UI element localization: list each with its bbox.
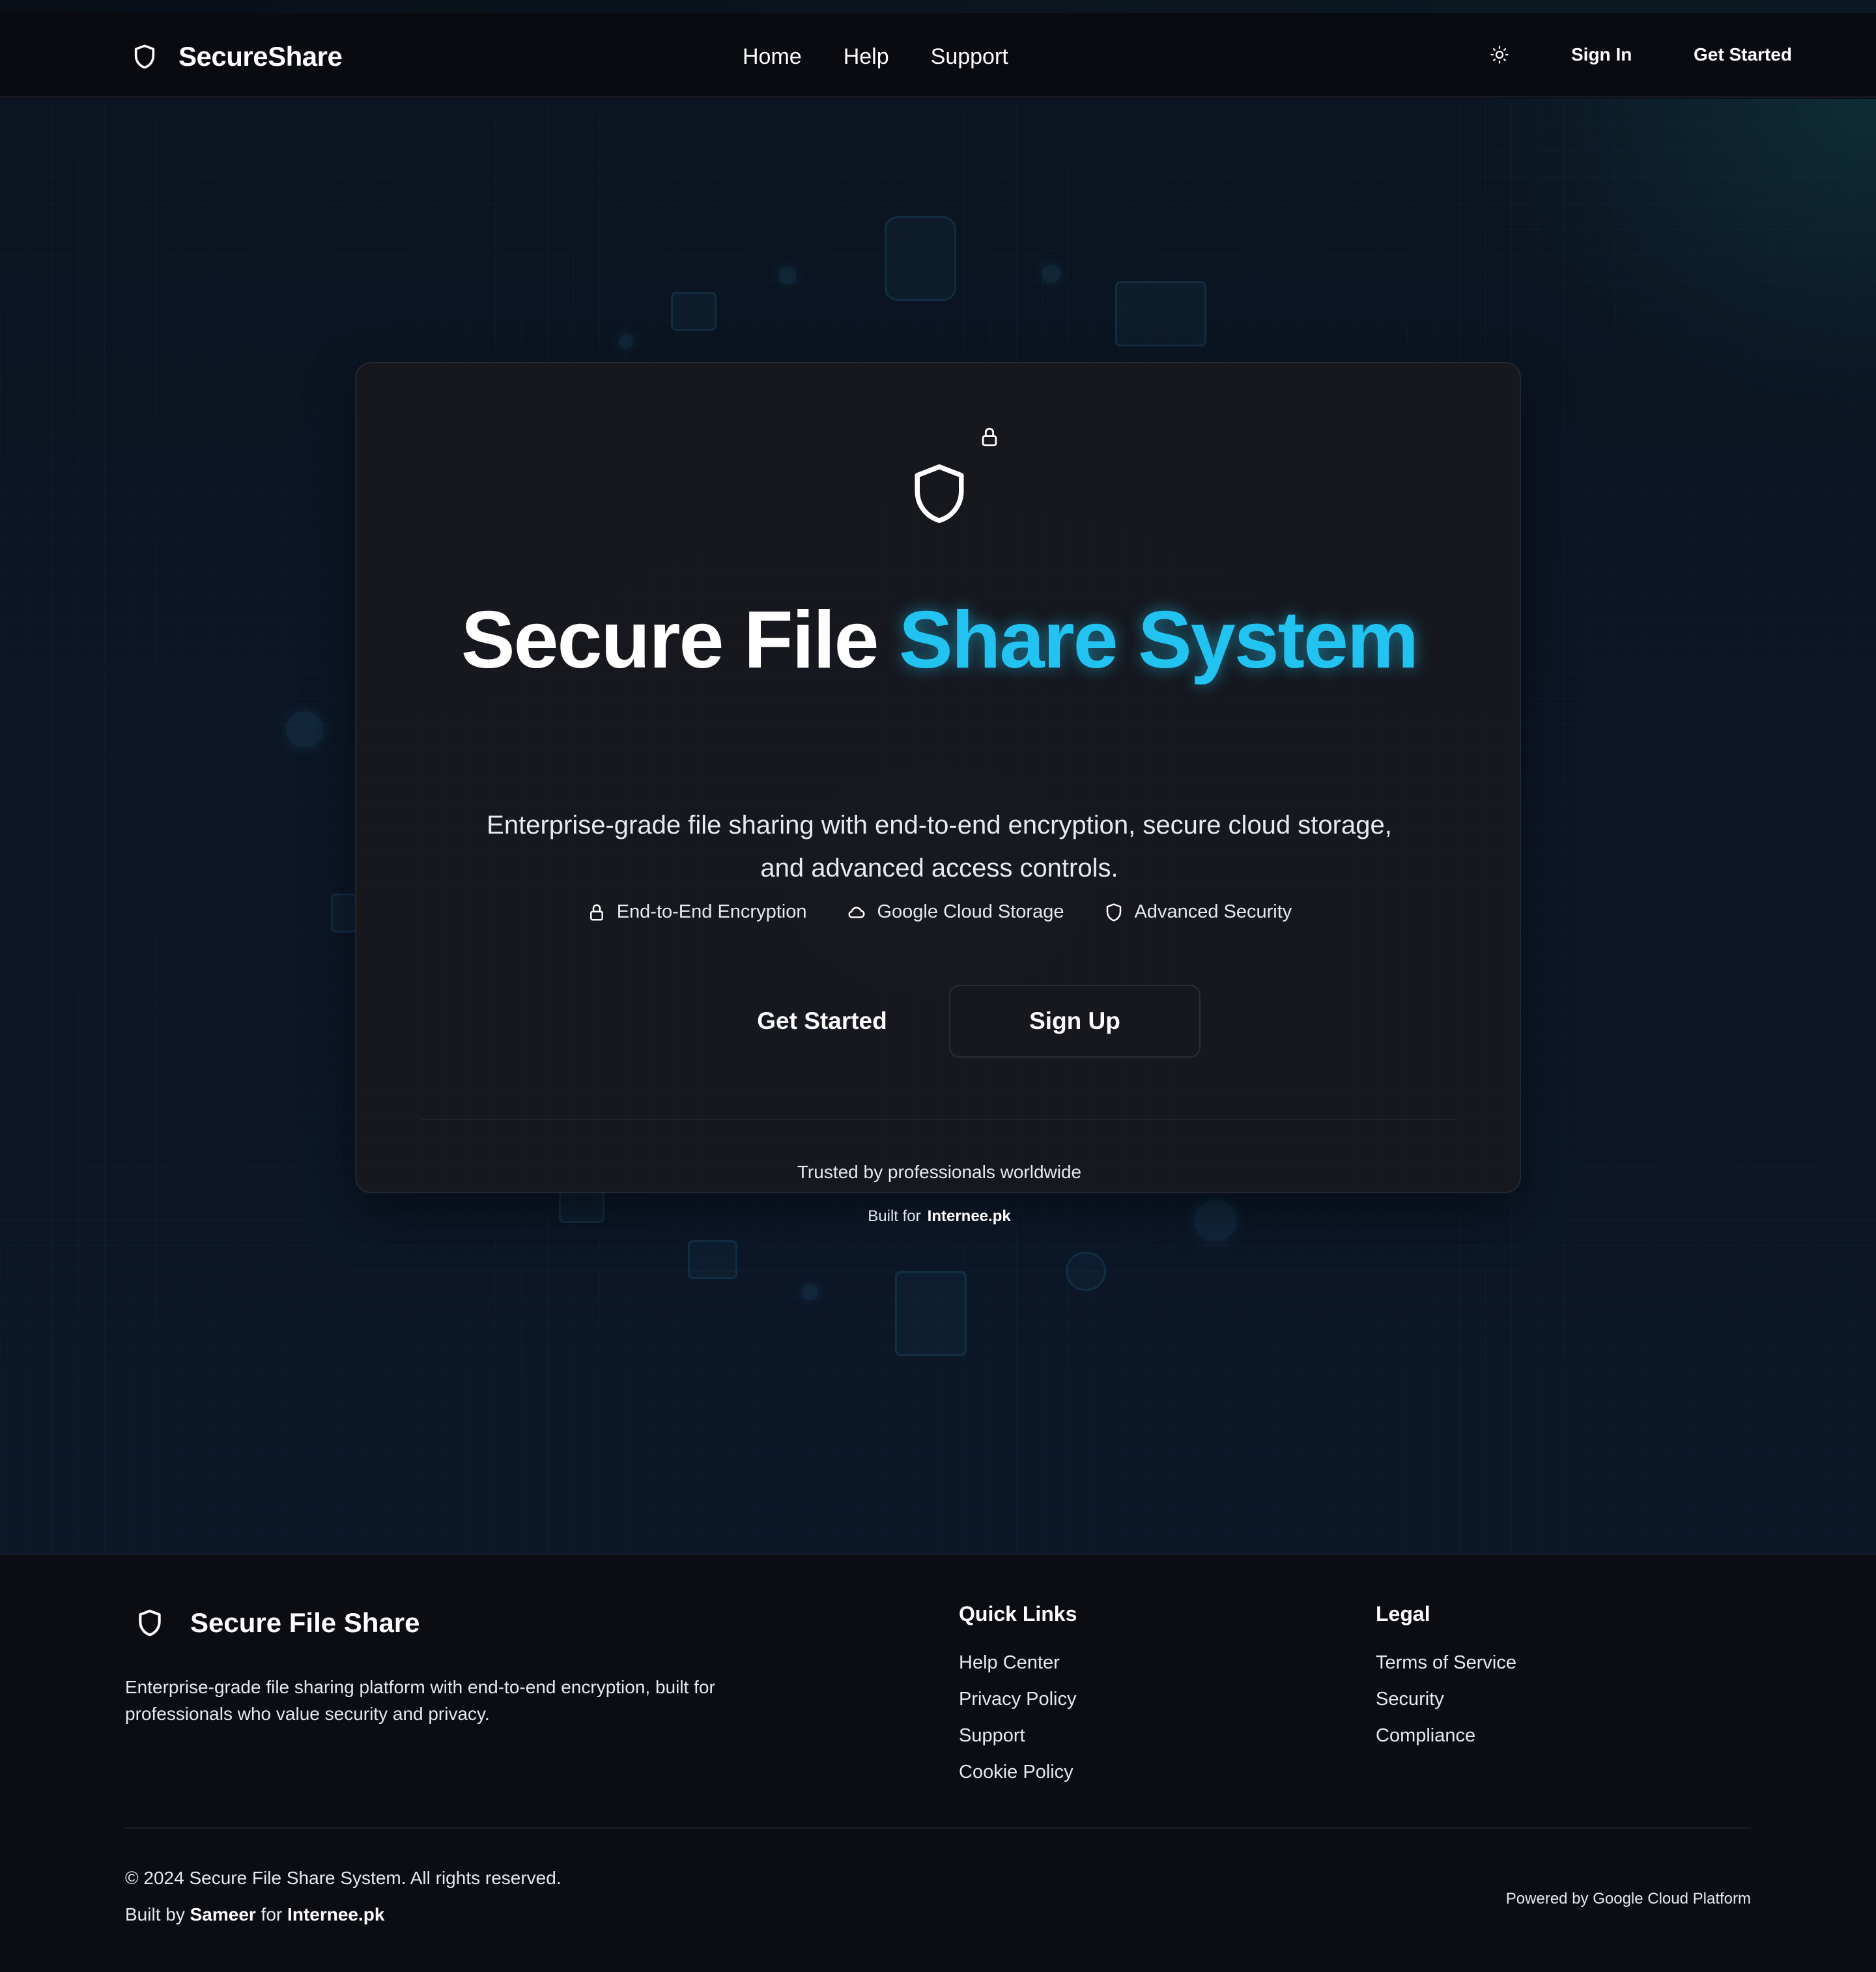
quick-links-column: Quick Links Help Center Privacy Policy S…	[959, 1602, 1077, 1790]
footer-link-compliance[interactable]: Compliance	[1376, 1717, 1516, 1754]
sign-in-link[interactable]: Sign In	[1571, 40, 1632, 69]
footer-link-privacy-policy[interactable]: Privacy Policy	[959, 1681, 1077, 1717]
brand-name: SecureShare	[178, 41, 343, 72]
footer-link-help-center[interactable]: Help Center	[959, 1644, 1077, 1681]
footer-brand: Secure File Share	[135, 1607, 420, 1639]
copyright-text: © 2024 Secure File Share System. All rig…	[125, 1868, 561, 1888]
feature-label: Advanced Security	[1134, 901, 1292, 922]
trusted-text: Trusted by professionals worldwide	[797, 1162, 1082, 1182]
quick-links-heading: Quick Links	[959, 1602, 1077, 1626]
get-started-button[interactable]: Get Started	[695, 985, 949, 1058]
decor-dot	[803, 1284, 818, 1300]
decor-badge-icon	[1066, 1252, 1106, 1291]
footer-divider	[125, 1827, 1751, 1829]
decor-card-icon	[671, 292, 717, 331]
built-by-text: Built by Sameer for Internee.pk	[125, 1904, 384, 1925]
footer-link-security[interactable]: Security	[1376, 1681, 1516, 1717]
feature-label: Google Cloud Storage	[877, 901, 1064, 922]
decor-shield-icon	[885, 216, 956, 301]
shield-icon	[139, 1609, 161, 1637]
hero-section: Secure File Share System Enterprise-grad…	[0, 99, 1876, 1554]
nav-support[interactable]: Support	[931, 44, 1008, 70]
footer-link-support[interactable]: Support	[959, 1717, 1077, 1754]
decor-dot	[1042, 264, 1060, 283]
nav-help[interactable]: Help	[844, 44, 889, 70]
sun-icon	[1490, 46, 1509, 64]
page: SecureShare Home Help Support Sign In Ge…	[0, 0, 1876, 1972]
header-actions: Sign In Get Started	[1290, 26, 1876, 85]
legal-column: Legal Terms of Service Security Complian…	[1376, 1602, 1516, 1754]
footer-link-terms[interactable]: Terms of Service	[1376, 1644, 1516, 1681]
shield-icon	[915, 464, 964, 523]
built-for-text: Built for Internee.pk	[356, 1207, 1522, 1226]
built-by-name: Sameer	[190, 1904, 256, 1924]
top-strip	[0, 0, 1876, 13]
hero-title-accent: Share System	[898, 595, 1419, 685]
feature-list: End-to-End Encryption Google Cloud Stora…	[356, 901, 1522, 923]
decor-server-icon	[895, 1271, 967, 1356]
sign-up-button[interactable]: Sign Up	[949, 985, 1201, 1058]
hero-title-plain: Secure File	[461, 595, 879, 685]
legal-heading: Legal	[1376, 1602, 1430, 1626]
built-for-name: Internee.pk	[927, 1207, 1011, 1225]
built-by-org: Internee.pk	[287, 1904, 385, 1924]
site-footer: Secure File Share Enterprise-grade file …	[0, 1554, 1876, 1972]
decor-dot	[779, 267, 796, 284]
footer-brand-name: Secure File Share	[190, 1607, 420, 1638]
main-nav: Home Help Support	[743, 40, 1008, 73]
built-for-label: Built for	[868, 1207, 921, 1225]
feature-item: Google Cloud Storage	[847, 901, 1064, 923]
card-divider	[421, 1119, 1457, 1120]
feature-item: Advanced Security	[1104, 901, 1292, 923]
feature-item: End-to-End Encryption	[587, 901, 807, 923]
hero-card: Secure File Share System Enterprise-grad…	[355, 362, 1522, 1225]
header-get-started-button[interactable]: Get Started	[1694, 40, 1792, 69]
feature-label: End-to-End Encryption	[616, 901, 807, 922]
hero-subtitle: Enterprise-grade file sharing with end-t…	[487, 811, 1392, 882]
lock-icon	[982, 427, 997, 447]
decor-lock-icon	[1115, 281, 1206, 346]
footer-description: Enterprise-grade file sharing platform w…	[125, 1677, 715, 1724]
shield-icon	[1107, 903, 1122, 922]
nav-home[interactable]: Home	[743, 44, 802, 70]
brand-link[interactable]: SecureShare	[132, 40, 343, 73]
footer-link-cookie-policy[interactable]: Cookie Policy	[959, 1754, 1077, 1790]
built-by-prefix: Built by	[125, 1904, 185, 1924]
lock-icon	[590, 904, 603, 920]
hero-title: Secure File Share System	[356, 591, 1522, 689]
decor-folder-icon	[688, 1240, 737, 1279]
decor-dot	[287, 711, 323, 748]
decor-key-icon	[331, 894, 357, 933]
theme-toggle-button[interactable]	[1485, 40, 1514, 69]
cloud-icon	[848, 906, 865, 918]
decor-dot	[619, 335, 633, 349]
built-by-mid: for	[261, 1904, 283, 1924]
shield-icon	[134, 44, 155, 69]
site-header: SecureShare Home Help Support Sign In Ge…	[0, 13, 1876, 98]
powered-by-text: Powered by Google Cloud Platform	[1505, 1890, 1751, 1908]
